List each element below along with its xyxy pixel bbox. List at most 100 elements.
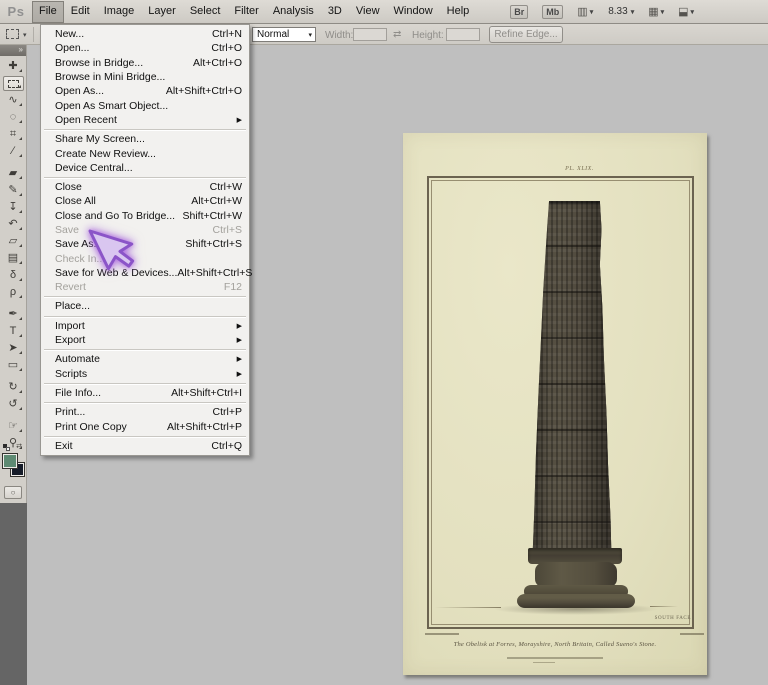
- item-revert[interactable]: Revert F12: [41, 280, 249, 294]
- hand-tool[interactable]: ☞: [3, 419, 24, 434]
- eyedropper-tool[interactable]: ∕: [3, 144, 24, 159]
- item-file[interactable]: File: [32, 1, 64, 23]
- item-open-as[interactable]: Open As... Alt+Shift+Ctrl+O: [41, 84, 249, 98]
- menu-label: Filter: [234, 5, 258, 17]
- view-extras-button[interactable]: ▥ ▾: [577, 5, 593, 18]
- item-open-as-smart-object[interactable]: Open As Smart Object...: [41, 98, 249, 112]
- item-select[interactable]: Select: [183, 1, 228, 23]
- item-image[interactable]: Image: [97, 1, 142, 23]
- item-edit[interactable]: Edit: [64, 1, 97, 23]
- crop-tool[interactable]: ⌗: [3, 127, 24, 142]
- eraser-tool[interactable]: ▱: [3, 234, 24, 249]
- 3d-rotate-tool[interactable]: ↻: [3, 380, 24, 395]
- menu-item-label: Open As...: [55, 85, 166, 97]
- quick-mask-button[interactable]: ○: [4, 486, 22, 499]
- item-place[interactable]: Place...: [41, 299, 249, 313]
- menu-separator: [42, 314, 248, 319]
- tool-icon: ↶: [8, 219, 17, 230]
- pen-tool[interactable]: ✒: [3, 307, 24, 322]
- refine-edge-button[interactable]: Refine Edge...: [489, 26, 563, 43]
- item-browse-in-mini-bridge[interactable]: Browse in Mini Bridge...: [41, 70, 249, 84]
- arrange-documents-button[interactable]: ▦ ▾: [648, 5, 664, 18]
- item-new[interactable]: New... Ctrl+N: [41, 27, 249, 41]
- history-brush-tool[interactable]: ↶: [3, 217, 24, 232]
- item-print-one-copy[interactable]: Print One Copy Alt+Shift+Ctrl+P: [41, 419, 249, 433]
- item-save[interactable]: Save Ctrl+S: [41, 223, 249, 237]
- item-view[interactable]: View: [349, 1, 387, 23]
- screen-mode-button[interactable]: ⬓ ▾: [678, 5, 694, 18]
- blur-tool[interactable]: δ: [3, 268, 24, 283]
- item-browse-in-bridge[interactable]: Browse in Bridge... Alt+Ctrl+O: [41, 56, 249, 70]
- item-automate[interactable]: Automate ▶: [41, 352, 249, 366]
- height-input[interactable]: [446, 28, 480, 41]
- item-close-all[interactable]: Close All Alt+Ctrl+W: [41, 194, 249, 208]
- menu-item-label: File Info...: [55, 387, 171, 399]
- menu-item-label: Close All: [55, 195, 191, 207]
- item-open[interactable]: Open... Ctrl+O: [41, 41, 249, 55]
- collapse-panel-button[interactable]: »: [0, 45, 26, 56]
- item-check-in[interactable]: Check In...: [41, 251, 249, 265]
- style-mode-dropdown[interactable]: Normal ▾: [252, 27, 316, 42]
- publisher-mark: [533, 662, 555, 663]
- item-open-recent[interactable]: Open Recent ▶: [41, 113, 249, 127]
- foreground-color-swatch[interactable]: [2, 453, 18, 469]
- item-window[interactable]: Window: [387, 1, 440, 23]
- dodge-tool[interactable]: ρ: [3, 285, 24, 300]
- spot-healing-brush-tool[interactable]: ▰: [3, 166, 24, 181]
- mouse-cursor-arrow: [76, 226, 138, 292]
- gradient-tool[interactable]: ▤: [3, 251, 24, 266]
- item-exit[interactable]: Exit Ctrl+Q: [41, 439, 249, 453]
- item-export[interactable]: Export ▶: [41, 333, 249, 347]
- document-image[interactable]: PL. XLIX. SOUTH FACE The Obelisk at Forr…: [403, 133, 707, 675]
- link-dimensions-icon[interactable]: ⇄: [393, 29, 401, 40]
- 3d-orbit-tool[interactable]: ↺: [3, 397, 24, 412]
- item-save-for-web-devices[interactable]: Save for Web & Devices... Alt+Shift+Ctrl…: [41, 266, 249, 280]
- item-print[interactable]: Print... Ctrl+P: [41, 405, 249, 419]
- quick-selection-tool[interactable]: ◌: [3, 110, 24, 125]
- bridge-button[interactable]: Br: [510, 5, 528, 19]
- tool-preset-icon[interactable]: [6, 29, 19, 39]
- item-device-central[interactable]: Device Central...: [41, 161, 249, 175]
- item-close[interactable]: Close Ctrl+W: [41, 180, 249, 194]
- submenu-arrow-icon: ▶: [237, 336, 242, 344]
- tool-list: ✚ ∿ ◌ ⌗ ∕: [0, 56, 26, 453]
- path-selection-tool[interactable]: ➤: [3, 341, 24, 356]
- item-close-and-go-to-bridge[interactable]: Close and Go To Bridge... Shift+Ctrl+W: [41, 209, 249, 223]
- tool-icon: ▭: [8, 360, 18, 371]
- width-input[interactable]: [353, 28, 387, 41]
- menu-item-label: Scripts: [55, 368, 231, 380]
- item-3d[interactable]: 3D: [321, 1, 349, 23]
- menu-label: File: [39, 5, 57, 17]
- menu-label: Select: [190, 5, 221, 17]
- rectangle-tool[interactable]: ▭: [3, 358, 24, 373]
- item-create-new-review[interactable]: Create New Review...: [41, 146, 249, 160]
- tool-icon: ∿: [8, 95, 17, 106]
- item-analysis[interactable]: Analysis: [266, 1, 321, 23]
- item-help[interactable]: Help: [440, 1, 477, 23]
- item-import[interactable]: Import ▶: [41, 319, 249, 333]
- move-tool[interactable]: ✚: [3, 59, 24, 74]
- default-colors-control[interactable]: ⇄: [3, 444, 23, 452]
- rectangular-marquee-tool[interactable]: [3, 76, 24, 91]
- tool-icon: ⌗: [10, 129, 16, 140]
- default-background-icon: [6, 447, 10, 451]
- clone-stamp-tool[interactable]: ↧: [3, 200, 24, 215]
- item-layer[interactable]: Layer: [141, 1, 183, 23]
- type-tool[interactable]: T: [3, 324, 24, 339]
- item-share-my-screen[interactable]: Share My Screen...: [41, 132, 249, 146]
- lasso-tool[interactable]: ∿: [3, 93, 24, 108]
- chevron-down-icon: ▾: [305, 31, 315, 39]
- plate-caption: The Obelisk at Forres, Morayshire, North…: [415, 641, 695, 648]
- menu-item-label: Exit: [55, 440, 211, 452]
- item-save-as[interactable]: Save As... Shift+Ctrl+S: [41, 237, 249, 251]
- menu-item-label: Place...: [55, 300, 242, 312]
- item-scripts[interactable]: Scripts ▶: [41, 367, 249, 381]
- mini-bridge-button[interactable]: Mb: [542, 5, 563, 19]
- item-file-info[interactable]: File Info... Alt+Shift+Ctrl+I: [41, 386, 249, 400]
- menu-item-label: Import: [55, 320, 231, 332]
- zoom-level-dropdown[interactable]: 8.33 ▾: [607, 6, 634, 17]
- item-filter[interactable]: Filter: [227, 1, 265, 23]
- swap-colors-icon[interactable]: ⇄: [16, 442, 22, 450]
- ground-line: [435, 607, 501, 608]
- brush-tool[interactable]: ✎: [3, 183, 24, 198]
